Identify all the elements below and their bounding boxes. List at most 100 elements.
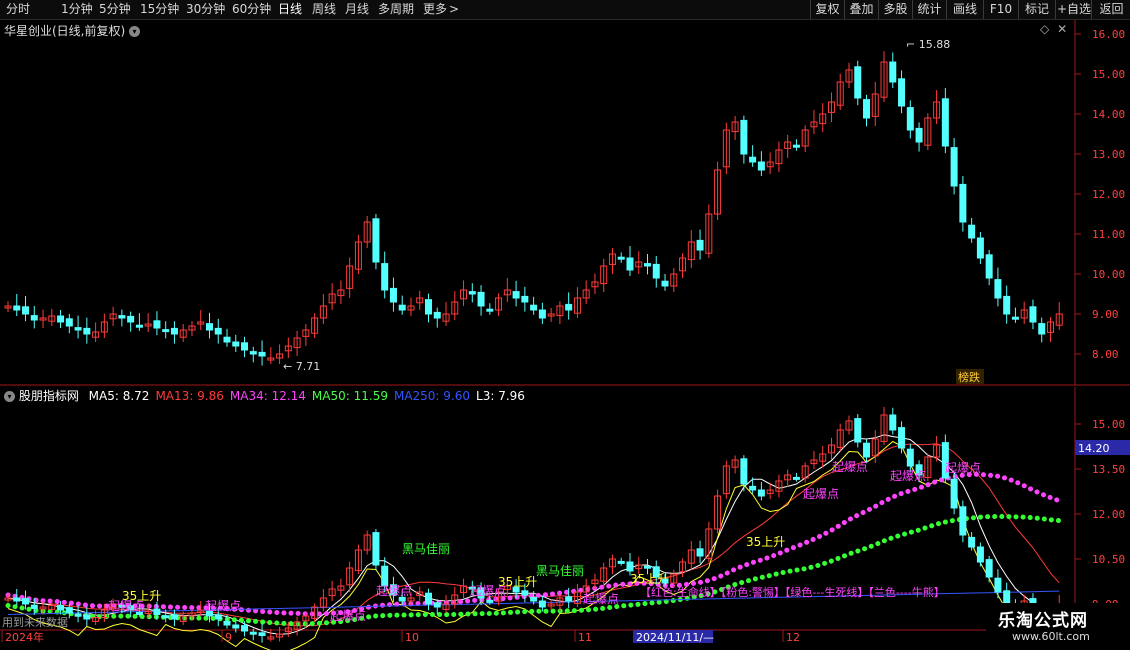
- candle-body: [389, 287, 397, 303]
- candle-body: [13, 305, 21, 311]
- signal-label: 35上升: [746, 535, 785, 549]
- signal-label: 起爆点: [803, 487, 839, 501]
- candle-body: [57, 315, 65, 323]
- period-tab-60min[interactable]: 60分钟: [232, 0, 271, 19]
- candle-body: [863, 99, 871, 119]
- price-tag-label: 14.20: [1078, 442, 1110, 455]
- main-chart-title: 华星创业(日线,前复权) ▾: [4, 22, 141, 39]
- mark-button[interactable]: 标记: [1018, 0, 1055, 19]
- period-tab-5min[interactable]: 5分钟: [99, 0, 131, 19]
- candle-body: [565, 303, 573, 311]
- multi-stock-button[interactable]: 多股: [878, 0, 912, 19]
- overlay-button[interactable]: 叠加: [844, 0, 878, 19]
- candle-body: [214, 327, 222, 335]
- candle-body: [538, 309, 546, 319]
- ma-value-label: MA5: 8.72: [88, 389, 150, 403]
- period-tab-1min[interactable]: 1分钟: [61, 0, 93, 19]
- time-label: 10: [405, 631, 419, 644]
- badge-label: 榜跌: [958, 370, 980, 384]
- ind-candle-body: [985, 559, 993, 578]
- low-price-label: ← 7.71: [283, 360, 320, 373]
- watermark-url: www.60lt.com: [1012, 630, 1090, 643]
- signal-label: 35上升: [122, 589, 161, 603]
- candle-body: [1003, 295, 1011, 315]
- indicator-legend: 【红色:生命线】【粉色:警惕】【绿色---生死线】【兰色----牛熊】: [640, 585, 945, 599]
- candle-body: [398, 304, 406, 311]
- ind-candle-body: [433, 602, 441, 608]
- stock-chart-canvas[interactable]: 16.00 15.00 14.00 13.00 12.00 11.00 10.00 9.00 8…: [0, 20, 1130, 650]
- candle-body: [1038, 323, 1046, 335]
- signal-label: 起爆点: [205, 599, 241, 613]
- candle-body: [433, 311, 441, 319]
- candle-body: [424, 299, 432, 315]
- ind-candle-body: [565, 596, 573, 602]
- candle-body: [968, 224, 976, 239]
- add-watchlist-button[interactable]: +自选: [1055, 0, 1092, 19]
- diamond-icon[interactable]: ◇: [1040, 22, 1049, 36]
- period-tab-weekly[interactable]: 周线: [312, 0, 336, 19]
- ind-candle-body: [959, 506, 967, 536]
- chevron-down-icon[interactable]: ▾: [129, 26, 141, 37]
- indicator-title-row: ▾ 股朋指标网 MA5: 8.72 MA13: 9.86 MA34: 12.14 MA…: [4, 387, 525, 404]
- candle-body: [521, 295, 529, 303]
- candle-body: [232, 341, 240, 347]
- statistics-button[interactable]: 统计: [912, 0, 946, 19]
- candle-body: [1029, 306, 1037, 323]
- chevron-right-icon[interactable]: >: [449, 0, 459, 19]
- ind-candle-body: [258, 632, 266, 636]
- ind-candle-body: [372, 532, 380, 566]
- ind-candle-body: [22, 598, 30, 605]
- candle-body: [205, 323, 213, 331]
- period-tab-monthly[interactable]: 月线: [345, 0, 369, 19]
- ind-candle-body: [241, 625, 249, 632]
- signal-label: 起爆点: [890, 469, 926, 483]
- candle-body: [994, 279, 1002, 299]
- candle-body: [985, 254, 993, 279]
- main-tick-label: 14.00: [1092, 108, 1125, 121]
- draw-line-button[interactable]: 画线: [946, 0, 983, 19]
- period-tab-30min[interactable]: 30分钟: [186, 0, 225, 19]
- candle-body: [959, 183, 967, 223]
- period-tab-daily[interactable]: 日线: [278, 0, 302, 19]
- main-tick-label: 16.00: [1092, 28, 1125, 41]
- candle-body: [22, 306, 30, 315]
- candle-body: [696, 239, 704, 251]
- ind-candle-body: [214, 614, 222, 620]
- candle-body: [170, 327, 178, 335]
- candle-body: [512, 291, 520, 299]
- ind-candle-body: [486, 599, 494, 603]
- watermark-title: 乐淘公式网: [998, 611, 1088, 631]
- ind-candle-body: [950, 478, 958, 509]
- candle-body: [792, 144, 800, 148]
- time-label: 11: [578, 631, 592, 644]
- ind-candle-body: [740, 458, 748, 485]
- period-tab-fenshi[interactable]: 分时: [6, 0, 30, 19]
- fuquan-button[interactable]: 复权: [810, 0, 844, 19]
- main-tick-label: 8.00: [1092, 348, 1119, 361]
- signal-label: 起爆点: [376, 584, 412, 598]
- indicator-toggle-icon[interactable]: ▾: [4, 391, 15, 402]
- signal-label: 起爆点: [330, 609, 366, 623]
- back-button[interactable]: 返回: [1091, 0, 1130, 19]
- main-tick-label: 12.00: [1092, 188, 1125, 201]
- ind-tick-label: 15.00: [1092, 418, 1125, 431]
- candle-body: [127, 315, 135, 323]
- time-label: 9: [225, 631, 232, 644]
- f10-button[interactable]: F10: [983, 0, 1018, 19]
- main-tick-label: 13.00: [1092, 148, 1125, 161]
- ind-candle-body: [854, 418, 862, 443]
- chart-tools: ◇ ✕: [1040, 22, 1067, 36]
- candle-body: [249, 351, 257, 355]
- indicator-signal-labels: 起爆点 起爆点起爆点起爆点 起爆点起爆点起爆点起爆点起爆点黑马佳丽 35上升35上升3…: [108, 460, 981, 623]
- ind-candle-body: [57, 605, 65, 611]
- stock-title: 华星创业(日线,前复权): [4, 24, 126, 38]
- candle-body: [626, 257, 634, 271]
- period-tab-multi[interactable]: 多周期: [378, 0, 414, 19]
- candle-body: [906, 107, 914, 131]
- ind-tick-label: 13.50: [1092, 463, 1125, 476]
- close-icon[interactable]: ✕: [1057, 22, 1067, 36]
- candle-body: [898, 78, 906, 107]
- period-tab-15min[interactable]: 15分钟: [140, 0, 179, 19]
- period-tab-more[interactable]: 更多: [423, 0, 447, 19]
- candle-body: [162, 329, 170, 333]
